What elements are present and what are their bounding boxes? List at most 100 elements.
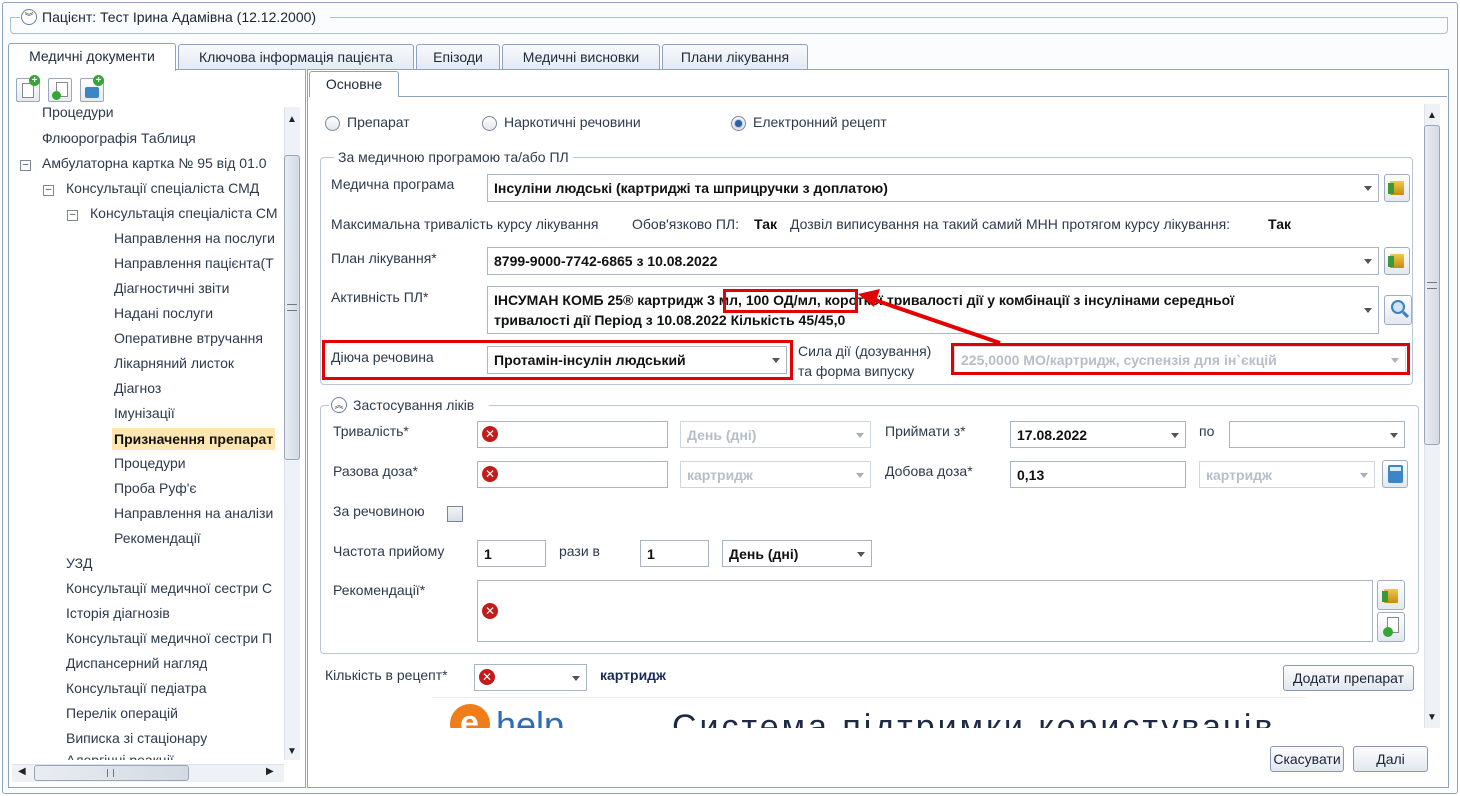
tree-item[interactable]: Оперативне втручання bbox=[114, 330, 263, 346]
tree-item-selected[interactable]: Призначення препарат bbox=[112, 428, 276, 450]
tree-item[interactable]: Направлення на аналізи bbox=[114, 505, 273, 521]
tree-item[interactable]: Направлення пацієнта(Т bbox=[114, 255, 274, 271]
scroll-up-arrow-icon[interactable]: ▲ bbox=[1424, 110, 1440, 121]
add-patient-icon[interactable]: + bbox=[80, 75, 104, 102]
scroll-left-arrow-icon[interactable]: ◀ bbox=[18, 766, 26, 777]
times-in-label: рази в bbox=[559, 543, 600, 559]
search-lookup-icon[interactable] bbox=[1384, 295, 1412, 325]
permit-value: Так bbox=[1268, 216, 1291, 232]
next-button[interactable]: Далі bbox=[1353, 746, 1428, 772]
tab-main[interactable]: Основне bbox=[309, 71, 399, 97]
plan-label: План лікування* bbox=[331, 250, 437, 266]
tree-item[interactable]: Лікарняний листок bbox=[114, 355, 234, 371]
daily-dose-input[interactable]: 0,13 bbox=[1010, 461, 1186, 488]
treatment-plan-select[interactable]: 8799-9000-7742-6865 з 10.08.2022 bbox=[487, 247, 1379, 275]
radio-preparat[interactable] bbox=[325, 116, 340, 131]
max-duration-label: Максимальна тривалість курсу лікування bbox=[331, 216, 599, 232]
tree-item[interactable]: Історія діагнозів bbox=[66, 605, 170, 621]
duration-input[interactable] bbox=[477, 421, 668, 448]
recommendations-label: Рекомендації* bbox=[333, 582, 426, 598]
copy-document-icon[interactable] bbox=[48, 78, 72, 102]
collapse-node-icon[interactable]: – bbox=[67, 210, 78, 221]
ehelp-banner-text: Система підтримки користувачів bbox=[672, 708, 1276, 728]
tab-medical-conclusions[interactable]: Медичні висновки bbox=[502, 44, 660, 70]
tree-item[interactable]: УЗД bbox=[66, 555, 93, 571]
radio-e-recipe-label[interactable]: Електронний рецепт bbox=[753, 114, 887, 130]
tree-item[interactable]: Рекомендації bbox=[114, 530, 201, 546]
period-input[interactable]: 1 bbox=[640, 540, 709, 567]
collapse-node-icon[interactable]: – bbox=[20, 160, 31, 171]
folder-lookup-icon[interactable] bbox=[1384, 174, 1410, 202]
ehelp-banner[interactable]: e help Система підтримки користувачів bbox=[432, 697, 1306, 728]
tree-item[interactable]: Виписка зі стаціонару bbox=[66, 730, 207, 746]
take-to-date[interactable] bbox=[1229, 421, 1405, 448]
to-label: по bbox=[1199, 423, 1215, 439]
annotation-arrow bbox=[858, 289, 1001, 345]
tab-treatment-plans[interactable]: Плани лікування bbox=[662, 44, 808, 70]
tab-medical-documents[interactable]: Медичні документи bbox=[8, 43, 176, 71]
tab-rule bbox=[309, 96, 1447, 97]
add-drug-button[interactable]: Додати препарат bbox=[1283, 665, 1414, 691]
tree-item[interactable]: Диспансерний нагляд bbox=[66, 655, 207, 671]
med-program-select[interactable]: Інсуліни людські (картриджі та шприцручк… bbox=[487, 174, 1379, 202]
frequency-label: Частота прийому bbox=[333, 543, 445, 559]
tree-item[interactable]: Проба Руф'є bbox=[114, 480, 197, 496]
cancel-button[interactable]: Скасувати bbox=[1270, 746, 1344, 772]
scroll-down-arrow-icon[interactable]: ▼ bbox=[284, 746, 300, 757]
tree-item[interactable]: Амбулаторна картка № 95 від 01.0 bbox=[42, 155, 267, 171]
scroll-up-arrow-icon[interactable]: ▲ bbox=[284, 114, 300, 125]
tree-item[interactable]: Надані послуги bbox=[114, 305, 213, 321]
take-from-date[interactable]: 17.08.2022 bbox=[1010, 421, 1186, 448]
recommendations-textarea[interactable] bbox=[477, 580, 1373, 642]
duration-unit-select[interactable]: День (дні) bbox=[680, 421, 871, 448]
frequency-unit-select[interactable]: День (дні) bbox=[722, 540, 872, 567]
quantity-unit: картридж bbox=[600, 667, 666, 683]
scroll-down-arrow-icon[interactable]: ▼ bbox=[1424, 712, 1440, 723]
med-program-label: Медична програма bbox=[331, 176, 455, 192]
ehelp-logo-letter: e bbox=[460, 704, 479, 728]
tree-item[interactable]: Діагноз bbox=[114, 380, 161, 396]
duration-label: Тривалість* bbox=[333, 423, 409, 439]
tree-item[interactable]: Направлення на послуги bbox=[114, 230, 275, 246]
radio-preparat-label[interactable]: Препарат bbox=[347, 114, 410, 130]
tree-item[interactable]: Консультації медичної сестри П bbox=[66, 630, 272, 646]
frequency-input[interactable]: 1 bbox=[477, 540, 546, 567]
tree-item[interactable]: Процедури bbox=[114, 455, 186, 471]
tab-key-info[interactable]: Ключова інформація пацієнта bbox=[178, 44, 414, 70]
folder-lookup-icon[interactable] bbox=[1384, 247, 1410, 275]
by-substance-checkbox[interactable] bbox=[447, 506, 463, 522]
error-icon: ✕ bbox=[482, 603, 498, 619]
tree-item[interactable]: Імунізації bbox=[114, 405, 175, 421]
collapse-node-icon[interactable]: – bbox=[43, 185, 54, 196]
radio-e-recipe[interactable] bbox=[731, 116, 746, 131]
error-icon: ✕ bbox=[479, 669, 495, 685]
tree-item[interactable]: Консультації медичної сестри С bbox=[66, 580, 272, 596]
single-dose-unit-select[interactable]: картридж bbox=[680, 461, 871, 488]
tab-episodes[interactable]: Епізоди bbox=[416, 44, 500, 70]
tree-list: Процедури Флюорографія Таблиця – Амбулат… bbox=[10, 106, 282, 760]
calculator-icon[interactable] bbox=[1382, 460, 1408, 488]
radio-narcotic[interactable] bbox=[482, 116, 497, 131]
add-document-icon[interactable] bbox=[1377, 612, 1405, 642]
folder-lookup-icon[interactable] bbox=[1377, 580, 1405, 610]
tree-item[interactable]: Консультації педіатра bbox=[66, 680, 207, 696]
tree-item[interactable]: Перелік операцій bbox=[66, 705, 178, 721]
error-icon: ✕ bbox=[482, 426, 498, 442]
daily-dose-unit-select[interactable]: картридж bbox=[1199, 461, 1375, 488]
tree-item[interactable]: Флюорографія Таблиця bbox=[42, 130, 196, 146]
new-document-icon[interactable]: + bbox=[16, 75, 40, 102]
tree-item[interactable]: Консультація спеціаліста СМ bbox=[90, 205, 277, 221]
tree-item[interactable]: Алергічні реакції bbox=[66, 752, 174, 760]
tree-item[interactable]: Процедури bbox=[42, 106, 114, 120]
activity-label: Активність ПЛ* bbox=[331, 289, 429, 305]
ehelp-logo-text: help bbox=[496, 704, 565, 728]
tree-item[interactable]: Діагностичні звіти bbox=[114, 280, 229, 296]
highlight-substance-box bbox=[322, 340, 793, 380]
radio-narcotic-label[interactable]: Наркотичні речовини bbox=[504, 114, 641, 130]
collapse-usage-chevron-icon[interactable]: ︽ bbox=[331, 397, 347, 413]
highlight-strength-box bbox=[951, 343, 1410, 375]
tree-item[interactable]: Консультації спеціаліста СМД bbox=[66, 180, 259, 196]
scroll-right-arrow-icon[interactable]: ▶ bbox=[266, 766, 274, 777]
single-dose-input[interactable] bbox=[477, 461, 668, 488]
usage-group-legend: Застосування ліків bbox=[353, 397, 475, 413]
